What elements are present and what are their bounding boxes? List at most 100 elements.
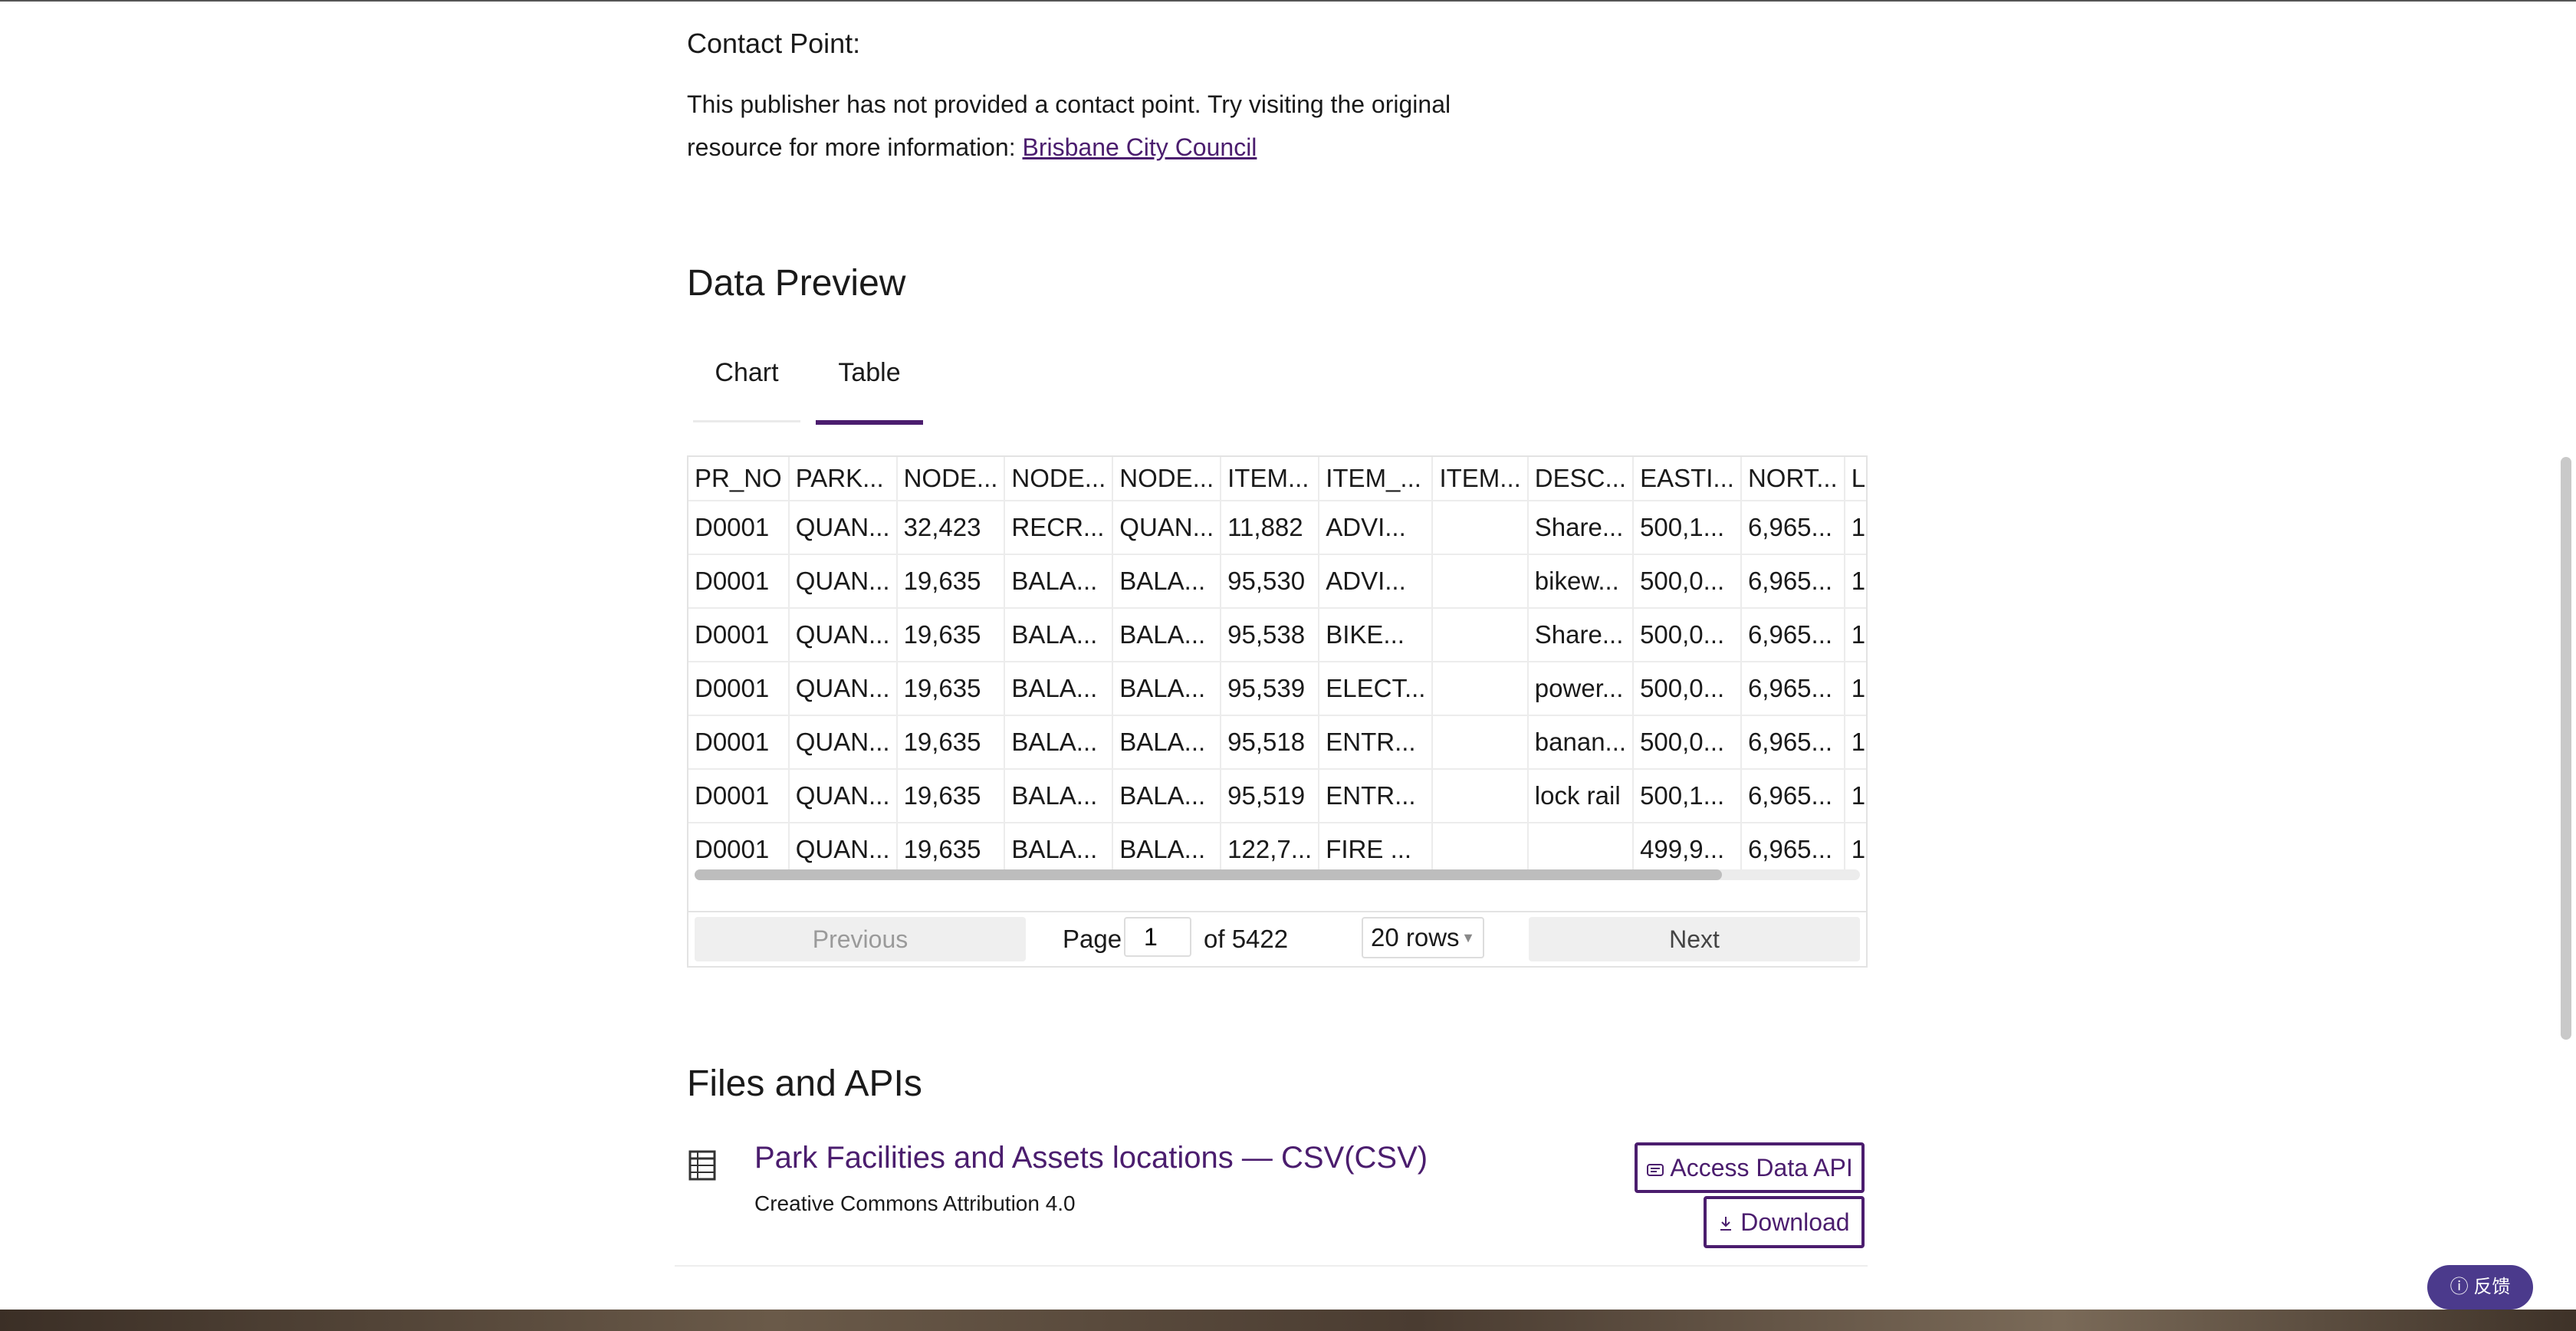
table-cell: QUAN... (788, 822, 898, 876)
table-cell: 6,965... (1740, 554, 1845, 608)
download-button[interactable]: Download (1704, 1196, 1865, 1248)
table-cell: 6,965... (1740, 822, 1845, 876)
table-cell: 95,530 (1221, 554, 1320, 608)
table-cell: BALA... (1004, 661, 1114, 715)
column-header[interactable]: NODE... (1004, 457, 1114, 501)
api-icon (1646, 1154, 1670, 1181)
download-label: Download (1740, 1208, 1850, 1236)
page-number-input[interactable] (1124, 917, 1191, 957)
access-data-api-button[interactable]: Access Data API (1635, 1142, 1865, 1193)
table-row: D0001 QUAN... 19,635 BALA... BALA... 95,538 BI… (688, 607, 1866, 662)
publisher-link[interactable]: Brisbane City Council (1023, 133, 1257, 161)
table-cell: ENTR... (1319, 715, 1434, 769)
table-cell: QUAN... (788, 661, 898, 715)
previous-page-button[interactable]: Previous (695, 917, 1026, 961)
table-cell: D0001 (688, 607, 790, 662)
contact-description: This publisher has not provided a contac… (687, 83, 1530, 169)
table-cell: 153 (1844, 607, 1866, 662)
table-cell: 500,1... (1633, 500, 1742, 554)
table-cell: 500,0... (1633, 661, 1742, 715)
table-cell: 6,965... (1740, 715, 1845, 769)
column-header[interactable]: ITEM_... (1319, 457, 1434, 501)
table-cell: FIRE ... (1319, 822, 1434, 876)
table-cell: QUAN... (788, 554, 898, 608)
table-cell (1432, 554, 1529, 608)
table-cell: QUAN... (788, 500, 898, 554)
table-cell: QUAN... (788, 768, 898, 823)
table-row: D0001 QUAN... 19,635 BALA... BALA... 122,7...… (688, 822, 1866, 876)
table-cell: D0001 (688, 661, 790, 715)
feedback-button[interactable]: ⓘ 反馈 (2427, 1265, 2533, 1310)
table-cell: 153 (1844, 554, 1866, 608)
table-cell: BALA... (1112, 822, 1222, 876)
table-cell: D0001 (688, 822, 790, 876)
table-cell: 95,518 (1221, 715, 1320, 769)
help-icon: ⓘ (2450, 1277, 2469, 1297)
table-cell: 153 (1844, 715, 1866, 769)
table-cell: ELECT... (1319, 661, 1434, 715)
data-table: PR_NO PARK... NODE... NODE... NODE... ITEM...… (687, 455, 1868, 968)
preview-table: PR_NO PARK... NODE... NODE... NODE... ITEM...… (688, 457, 1866, 876)
vertical-scrollbar[interactable] (2561, 457, 2571, 1040)
download-icon (1718, 1208, 1740, 1236)
table-cell: 19,635 (896, 661, 1006, 715)
table-cell (1432, 715, 1529, 769)
column-header[interactable]: ITEM... (1221, 457, 1320, 501)
column-header[interactable]: NODE... (896, 457, 1006, 501)
table-cell: 95,519 (1221, 768, 1320, 823)
table-cell: 153 (1844, 500, 1866, 554)
table-cell (1432, 661, 1529, 715)
table-cell: BALA... (1112, 607, 1222, 662)
table-cell: 500,0... (1633, 715, 1742, 769)
table-icon (688, 1150, 716, 1181)
tab-table[interactable]: Table (816, 350, 923, 425)
table-cell (1432, 500, 1529, 554)
page-label: Page (1063, 925, 1122, 953)
table-cell: ADVI... (1319, 554, 1434, 608)
preview-tabs: Chart Table (693, 350, 1613, 425)
pagination-bar: Previous Page of 5422 20 rows ▼ Next (688, 911, 1866, 966)
table-cell: BALA... (1112, 768, 1222, 823)
table-row: D0001 QUAN... 19,635 BALA... BALA... 95,519 EN… (688, 768, 1866, 823)
table-cell: 95,539 (1221, 661, 1320, 715)
files-apis-heading: Files and APIs (687, 1063, 922, 1104)
table-cell: D0001 (688, 715, 790, 769)
column-header[interactable]: PARK... (788, 457, 898, 501)
table-header-row: PR_NO PARK... NODE... NODE... NODE... ITEM...… (688, 457, 1866, 501)
table-cell: RECR... (1004, 500, 1114, 554)
column-header[interactable]: ITEM... (1432, 457, 1529, 501)
table-cell: BALA... (1004, 822, 1114, 876)
table-cell: 6,965... (1740, 500, 1845, 554)
horizontal-scroll-thumb[interactable] (695, 869, 1722, 880)
table-cell: 122,7... (1221, 822, 1320, 876)
table-cell (1432, 607, 1529, 662)
table-cell (1432, 768, 1529, 823)
table-cell (1432, 822, 1529, 876)
table-cell: 500,0... (1633, 607, 1742, 662)
divider (675, 1265, 1868, 1267)
tab-chart[interactable]: Chart (693, 350, 800, 422)
table-cell: 152 (1844, 822, 1866, 876)
column-header[interactable]: PR_NO (688, 457, 790, 501)
rows-per-page-select[interactable]: 20 rows ▼ (1362, 917, 1484, 958)
column-header[interactable]: LON (1844, 457, 1866, 501)
table-cell: QUAN... (1112, 500, 1222, 554)
table-cell: 500,0... (1633, 554, 1742, 608)
table-cell: D0001 (688, 768, 790, 823)
column-header[interactable]: NORT... (1740, 457, 1845, 501)
table-cell: 6,965... (1740, 768, 1845, 823)
column-header[interactable]: NODE... (1112, 457, 1222, 501)
horizontal-scrollbar[interactable] (695, 869, 1860, 880)
table-cell: 32,423 (896, 500, 1006, 554)
table-cell: BALA... (1004, 715, 1114, 769)
column-header[interactable]: DESC... (1527, 457, 1635, 501)
table-cell: 19,635 (896, 715, 1006, 769)
distribution-title-link[interactable]: Park Facilities and Assets locations — C… (754, 1141, 1428, 1175)
table-cell: lock rail (1527, 768, 1635, 823)
next-page-button[interactable]: Next (1529, 917, 1860, 961)
column-header[interactable]: EASTI... (1633, 457, 1742, 501)
table-cell: D0001 (688, 554, 790, 608)
chevron-down-icon: ▼ (1461, 930, 1475, 945)
contact-heading: Contact Point: (687, 28, 861, 59)
table-cell: 19,635 (896, 554, 1006, 608)
